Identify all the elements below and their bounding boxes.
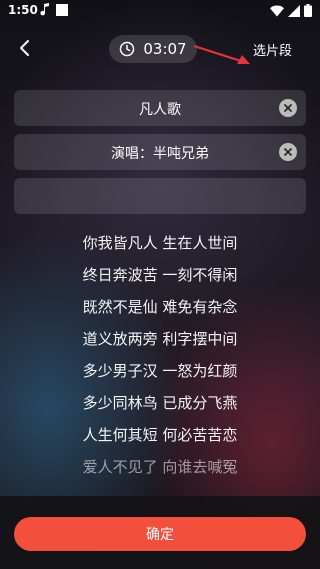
lyric-line: 既然不是仙 难免有杂念 <box>82 298 238 316</box>
singer-field[interactable]: 演唱：半吨兄弟 <box>14 134 306 170</box>
clear-song-title-button[interactable] <box>279 99 297 117</box>
status-notifications <box>40 3 68 16</box>
lyrics-list[interactable]: 你我皆凡人 生在人世间 终日奔波苦 一刻不得闲 既然不是仙 难免有杂念 道义放两… <box>0 230 320 486</box>
status-bar: 1:50 <box>0 0 320 22</box>
duration-pill[interactable]: 03:07 <box>109 35 197 63</box>
battery-icon <box>304 4 312 17</box>
close-icon <box>284 104 292 112</box>
square-icon <box>56 3 68 16</box>
chevron-left-icon <box>20 40 29 56</box>
lyric-line: 你我皆凡人 生在人世间 <box>82 234 238 252</box>
confirm-button[interactable]: 确定 <box>14 517 306 551</box>
annotation-arrow <box>193 45 250 64</box>
clear-singer-button[interactable] <box>279 143 297 161</box>
signal-icon <box>288 4 300 17</box>
singer-value: 演唱：半吨兄弟 <box>111 146 209 162</box>
status-time: 1:50 <box>8 3 38 17</box>
status-indicators <box>270 4 312 17</box>
lyric-line: 多少同林鸟 已成分飞燕 <box>82 394 238 412</box>
song-title-field[interactable]: 凡人歌 <box>14 90 306 126</box>
top-bar: 03:07 选片段 <box>0 30 320 68</box>
duration-text: 03:07 <box>143 40 187 58</box>
clock-icon <box>120 41 135 57</box>
lyric-line: 爱人不见了 向谁去喊冤 <box>82 458 238 476</box>
back-button[interactable] <box>14 36 38 60</box>
extra-input-field[interactable] <box>14 178 306 214</box>
lyric-line: 道义放两旁 利字摆中间 <box>82 330 238 348</box>
select-segment-button[interactable]: 选片段 <box>253 40 292 59</box>
lyric-line: 人生何其短 何必苦苦恋 <box>82 426 238 444</box>
wifi-icon <box>270 5 284 16</box>
song-title-value: 凡人歌 <box>139 102 181 118</box>
music-note-icon <box>40 3 49 16</box>
close-icon <box>284 148 292 156</box>
lyric-line: 终日奔波苦 一刻不得闲 <box>82 266 238 284</box>
bottom-bar: 确定 <box>0 496 320 569</box>
lyric-line: 多少男子汉 一怒为红颜 <box>82 362 238 380</box>
